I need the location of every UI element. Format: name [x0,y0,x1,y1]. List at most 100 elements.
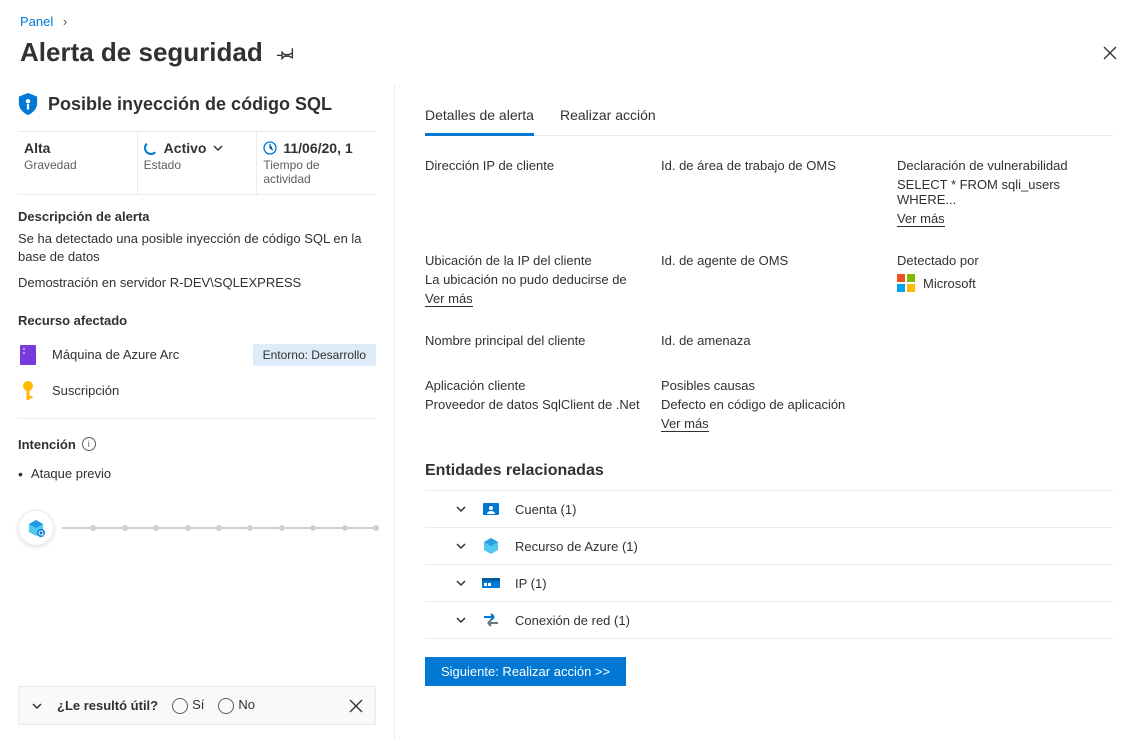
close-icon[interactable] [1103,46,1117,60]
radio-icon [172,698,188,714]
intent-timeline [18,510,376,546]
kpi-severity: Alta Gravedad [18,132,138,194]
spinner-icon [144,141,158,155]
server-icon [18,344,38,366]
chevron-down-icon[interactable] [31,700,43,712]
tab-bar: Detalles de alerta Realizar acción [425,97,1113,136]
field-causes: Posibles causas Defecto en código de apl… [661,378,877,432]
field-label: Id. de área de trabajo de OMS [661,158,877,173]
entities-heading: Entidades relacionadas [425,462,1113,480]
entity-label: Cuenta (1) [515,502,576,517]
entity-label: Recurso de Azure (1) [515,539,638,554]
entities-list: Cuenta (1) Recurso de Azure (1) IP (1) [425,490,1113,639]
resource-item-subscription[interactable]: Suscripción [18,380,376,402]
field-label: Id. de amenaza [661,333,877,348]
cube-icon [481,538,501,554]
entity-row-network[interactable]: Conexión de red (1) [425,601,1113,639]
right-panel: Detalles de alerta Realizar acción Direc… [395,85,1137,739]
alert-name: Posible inyección de código SQL [48,94,332,115]
field-vulnerability: Declaración de vulnerabilidad SELECT * F… [897,158,1113,227]
field-value: La ubicación no pudo deducirse de [425,272,641,287]
page-title: Alerta de seguridad [20,37,263,68]
feedback-yes[interactable]: Sí [172,697,204,714]
chevron-down-icon [455,577,467,589]
field-client-ip-location: Ubicación de la IP del cliente La ubicac… [425,253,641,307]
chevron-right-icon: › [63,14,67,29]
see-more-link[interactable]: Ver más [661,416,709,432]
key-icon [18,380,38,402]
kpi-row: Alta Gravedad Activo Estado [18,131,376,195]
field-oms-workspace: Id. de área de trabajo de OMS [661,158,877,227]
microsoft-icon [897,274,915,292]
network-icon [481,612,501,628]
feedback-no-label: No [238,697,255,712]
field-label: Posibles causas [661,378,877,393]
see-more-link[interactable]: Ver más [425,291,473,307]
severity-label: Gravedad [24,158,131,172]
resource-label: Suscripción [52,383,119,398]
timeline-steps [62,527,376,529]
field-value: Defecto en código de aplicación [661,397,877,412]
field-value: SELECT * FROM sqli_users WHERE... [897,177,1113,207]
resource-item-arc[interactable]: Máquina de Azure Arc Entorno: Desarrollo [18,344,376,366]
resource-list: Máquina de Azure Arc Entorno: Desarrollo… [18,344,376,419]
tab-action[interactable]: Realizar acción [560,97,656,135]
field-value: Proveedor de datos SqlClient de .Net [425,397,641,412]
field-label: Ubicación de la IP del cliente [425,253,641,268]
severity-value: Alta [24,140,131,156]
field-client-ip: Dirección IP de cliente [425,158,641,227]
description-heading: Descripción de alerta [18,209,376,224]
uptime-value: 11/06/20, 1 [283,140,352,156]
breadcrumb-root[interactable]: Panel [20,14,53,29]
microsoft-logo: Microsoft [897,274,1113,292]
shield-icon [18,93,38,115]
description-demo: Demostración en servidor R-DEV\SQLEXPRES… [18,274,376,292]
entity-row-ip[interactable]: IP (1) [425,564,1113,601]
pin-icon[interactable] [277,44,295,62]
field-client-principal: Nombre principal del cliente [425,333,641,352]
field-detected-by: Detectado por Microsoft [897,253,1113,307]
alert-title: Posible inyección de código SQL [18,93,376,115]
timeline-current-icon[interactable] [18,510,54,546]
field-label: Aplicación cliente [425,378,641,393]
field-threat-id: Id. de amenaza [661,333,877,352]
affected-heading: Recurso afectado [18,313,376,328]
entity-label: IP (1) [515,576,547,591]
breadcrumb: Panel › [0,0,1137,33]
see-more-link[interactable]: Ver más [897,211,945,227]
entity-row-account[interactable]: Cuenta (1) [425,490,1113,527]
intent-item-label: Ataque previo [31,466,111,481]
radio-icon [218,698,234,714]
clock-icon [263,141,277,155]
chevron-down-icon [212,142,224,154]
feedback-bar: ¿Le resultó útil? Sí No [18,686,376,725]
description-body: Se ha detectado una posible inyección de… [18,230,376,266]
ip-icon [481,575,501,591]
entity-label: Conexión de red (1) [515,613,630,628]
intent-heading-row: Intención i [18,437,376,452]
feedback-yes-label: Sí [192,697,204,712]
field-label: Dirección IP de cliente [425,158,641,173]
resource-tag: Entorno: Desarrollo [253,344,376,366]
feedback-close-icon[interactable] [349,699,363,713]
field-label: Id. de agente de OMS [661,253,877,268]
resource-label: Máquina de Azure Arc [52,347,179,362]
uptime-label: Tiempo de actividad [263,158,370,186]
chevron-down-icon [455,540,467,552]
field-label: Nombre principal del cliente [425,333,641,348]
info-icon[interactable]: i [82,437,96,451]
feedback-question: ¿Le resultó útil? [57,698,158,713]
field-client-app: Aplicación cliente Proveedor de datos Sq… [425,378,641,432]
tab-details[interactable]: Detalles de alerta [425,97,534,136]
field-oms-agent: Id. de agente de OMS [661,253,877,307]
left-panel: Posible inyección de código SQL Alta Gra… [0,85,395,739]
kpi-status[interactable]: Activo Estado [138,132,258,194]
status-label: Estado [144,158,251,172]
kpi-uptime: 11/06/20, 1 Tiempo de actividad [257,132,376,194]
next-action-button[interactable]: Siguiente: Realizar acción >> [425,657,626,686]
chevron-down-icon [455,503,467,515]
page-title-row: Alerta de seguridad [0,33,1137,84]
entity-row-azure-resource[interactable]: Recurso de Azure (1) [425,527,1113,564]
feedback-no[interactable]: No [218,697,255,714]
chevron-down-icon [455,614,467,626]
